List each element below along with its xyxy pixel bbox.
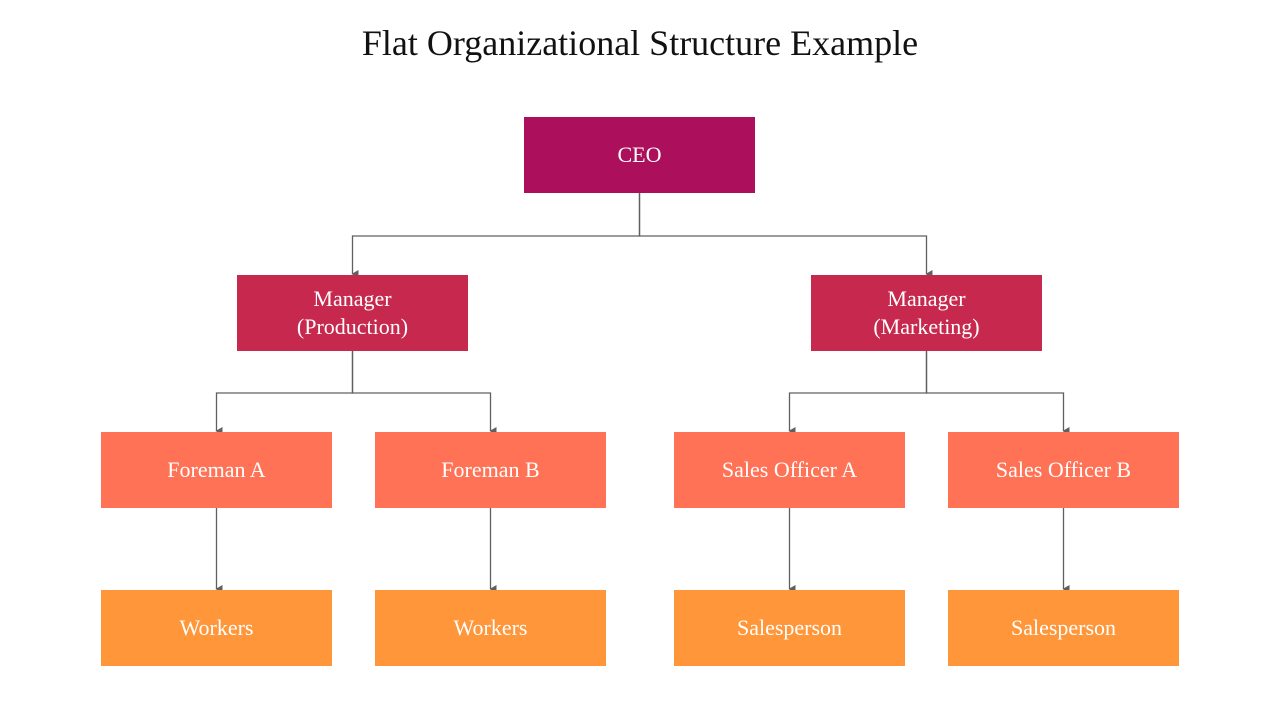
workers-a-label: Workers	[179, 615, 254, 640]
foreman-a-box: Foreman A	[101, 432, 332, 508]
sales-officer-b-box: Sales Officer B	[948, 432, 1179, 508]
salesperson-a-box: Salesperson	[674, 590, 905, 666]
sales-officer-a-box: Sales Officer A	[674, 432, 905, 508]
manager-production-label: Manager (Production)	[296, 286, 409, 339]
foreman-b-label: Foreman B	[441, 457, 540, 482]
connector-manager_marketing-to-sales_officer_b	[925, 351, 1070, 435]
manager-production-box: Manager (Production)	[237, 275, 468, 351]
sales-officer-a-label: Sales Officer A	[721, 457, 858, 482]
foreman-b-box: Foreman B	[375, 432, 606, 508]
connector-manager_marketing-to-sales_officer_a	[788, 351, 928, 435]
ceo-box: CEO	[524, 117, 755, 193]
salesperson-b-box: Salesperson	[948, 590, 1179, 666]
connector-ceo-to-manager_marketing	[638, 193, 933, 278]
connector-ceo-to-manager_production	[351, 193, 641, 278]
foreman-a-label: Foreman A	[167, 457, 266, 482]
manager-marketing-label: Manager (Marketing)	[873, 286, 980, 339]
salesperson-a-label: Salesperson	[736, 615, 843, 640]
manager-marketing-box: Manager (Marketing)	[811, 275, 1042, 351]
connector-manager_production-to-foreman_b	[351, 351, 497, 435]
salesperson-b-label: Salesperson	[1010, 615, 1117, 640]
workers-b-box: Workers	[375, 590, 606, 666]
workers-b-label: Workers	[453, 615, 528, 640]
connector-manager_production-to-foreman_a	[215, 351, 354, 435]
ceo-label: CEO	[617, 142, 662, 167]
sales-officer-b-label: Sales Officer B	[995, 457, 1132, 482]
workers-a-box: Workers	[101, 590, 332, 666]
